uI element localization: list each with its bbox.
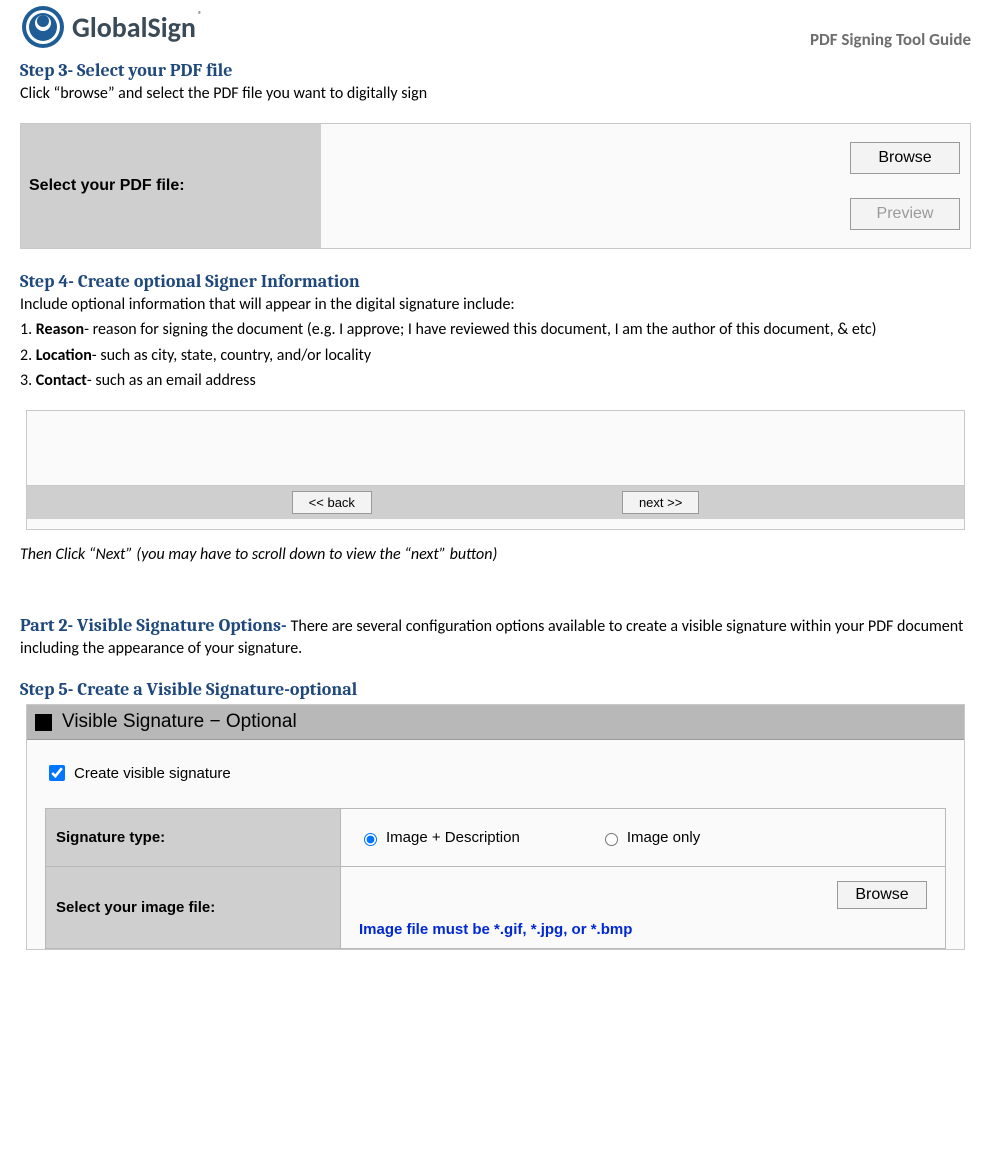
select-pdf-panel: Select your PDF file: Browse Preview [20, 123, 971, 249]
visible-sig-title: Visible Signature − Optional [62, 711, 297, 733]
brand-reg: ® [198, 10, 202, 20]
step4-item3: 3. Contact- such as an email address [20, 370, 971, 392]
create-visible-sig-label: Create visible signature [74, 765, 231, 782]
square-icon [35, 714, 52, 731]
sig-type-opt2-label: Image only [627, 829, 700, 846]
sig-type-radio1[interactable] [364, 833, 377, 846]
back-button[interactable]: << back [292, 491, 372, 514]
step3-desc: Click “browse” and select the PDF file y… [20, 83, 971, 105]
image-browse-button[interactable]: Browse [837, 881, 927, 909]
browse-button[interactable]: Browse [850, 142, 960, 174]
sig-type-image-only[interactable]: Image only [600, 829, 700, 846]
preview-button: Preview [850, 198, 960, 230]
step4-then-note: Then Click “Next” (you may have to scrol… [20, 544, 971, 566]
table-row: Signature type: Image + Description Imag… [46, 809, 946, 867]
select-pdf-path-field[interactable] [321, 124, 840, 248]
guide-title: PDF Signing Tool Guide [810, 29, 971, 50]
brand-name: GlobalSign [72, 10, 196, 45]
sig-type-radio2[interactable] [605, 833, 618, 846]
visible-sig-titlebar: Visible Signature − Optional [27, 705, 964, 740]
create-visible-sig-input[interactable] [49, 765, 65, 781]
sig-type-label: Signature type: [46, 809, 341, 867]
brand-logo: GlobalSign® [20, 4, 202, 50]
sig-type-image-desc[interactable]: Image + Description [359, 829, 520, 846]
page-header: GlobalSign® PDF Signing Tool Guide [20, 0, 971, 52]
step4-item1: 1. Reason- reason for signing the docume… [20, 319, 971, 341]
step4-item2: 2. Location- such as city, state, countr… [20, 345, 971, 367]
step3-heading: Step 3- Select your PDF file [20, 60, 971, 81]
globe-icon [20, 4, 66, 50]
part2-line: Part 2- Visible Signature Options- There… [20, 614, 971, 660]
select-pdf-label: Select your PDF file: [21, 124, 321, 248]
sig-type-opt1-label: Image + Description [386, 829, 520, 846]
signer-info-panel: << back next >> [26, 410, 965, 530]
step4-intro: Include optional information that will a… [20, 294, 971, 316]
table-row: Select your image file: Browse Image fil… [46, 867, 946, 949]
image-file-hint: Image file must be *.gif, *.jpg, or *.bm… [359, 921, 927, 938]
visible-signature-panel: Visible Signature − Optional Create visi… [26, 704, 965, 950]
next-button[interactable]: next >> [622, 491, 699, 514]
part2-title: Part 2- Visible Signature Options- [20, 615, 291, 636]
step4-heading: Step 4- Create optional Signer Informati… [20, 271, 971, 292]
create-visible-sig-checkbox[interactable]: Create visible signature [45, 762, 946, 784]
img-file-label: Select your image file: [46, 867, 341, 949]
step5-heading: Step 5- Create a Visible Signature-optio… [20, 679, 971, 700]
